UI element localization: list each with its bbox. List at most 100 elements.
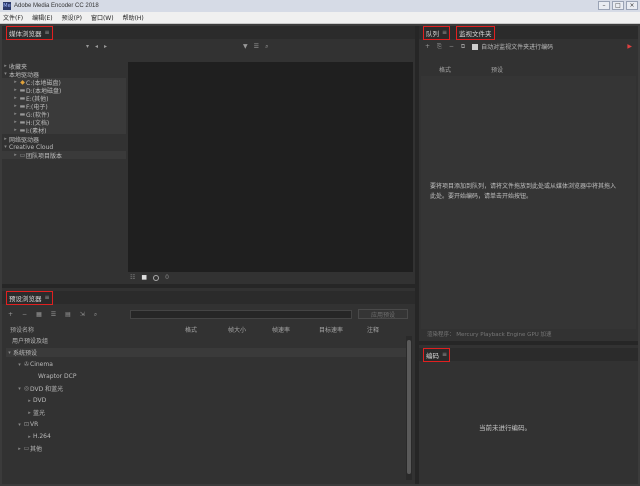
- tree-item-creative-cloud[interactable]: ▾ Creative Cloud: [2, 143, 126, 151]
- queue-list[interactable]: [421, 76, 636, 329]
- expand-chevron-icon[interactable]: ▸: [12, 79, 19, 85]
- menu-preset[interactable]: 预设(P): [62, 13, 82, 22]
- tree-item-drive-i[interactable]: ▸ ▬ I:(素材): [2, 126, 126, 135]
- expand-chevron-icon[interactable]: ▸: [12, 87, 19, 93]
- expand-chevron-icon[interactable]: ▸: [26, 398, 33, 404]
- expand-chevron-icon[interactable]: ▸: [16, 446, 23, 452]
- add-output-icon[interactable]: ⎘: [437, 43, 442, 51]
- add-source-icon[interactable]: +: [425, 43, 430, 50]
- tab-watch-folders[interactable]: 监视文件夹: [456, 25, 495, 40]
- preset-item-h264[interactable]: ▸ H.264: [6, 432, 51, 441]
- renderer-status[interactable]: 渲染程序： Mercury Playback Engine GPU 加速: [427, 330, 552, 338]
- preset-browser-tab-label: 预设浏览器: [9, 294, 42, 303]
- path-dropdown-icon[interactable]: ▾: [86, 43, 89, 50]
- preset-row-label: 蓝光: [33, 410, 46, 417]
- tab-queue[interactable]: 队列 ≡: [423, 25, 451, 40]
- preset-scrollbar-thumb[interactable]: [407, 340, 411, 474]
- menu-help[interactable]: 帮助(H): [123, 13, 144, 22]
- preset-category-cinema[interactable]: ▾ ✇ Cinema: [6, 360, 53, 369]
- preset-item-wraptor[interactable]: Wraptor DCP: [6, 372, 76, 381]
- panel-menu-icon[interactable]: ≡: [45, 29, 50, 36]
- tree-item-drive-f[interactable]: ▸ ▬ F:(电子): [2, 102, 126, 111]
- expand-chevron-icon[interactable]: ▸: [26, 434, 33, 440]
- import-icon[interactable]: ⇲: [80, 311, 85, 318]
- menu-edit[interactable]: 编辑(E): [32, 13, 52, 22]
- tab-preset-browser[interactable]: 预设浏览器 ≡: [6, 290, 53, 305]
- column-comment[interactable]: 注释: [367, 325, 379, 334]
- expand-chevron-icon[interactable]: ▸: [12, 152, 19, 158]
- back-arrow-icon[interactable]: ◂: [95, 43, 98, 50]
- collapse-chevron-icon[interactable]: ▾: [16, 362, 23, 368]
- preset-item-bluray[interactable]: ▸ 蓝光: [6, 408, 46, 418]
- forward-arrow-icon[interactable]: ▸: [104, 43, 107, 50]
- filter-icon[interactable]: ▼: [243, 43, 248, 50]
- tree-item-drive-d[interactable]: ▸ ▬ D:(本地磁盘): [2, 86, 126, 95]
- view-toggle-icon[interactable]: ☰: [254, 43, 259, 50]
- column-target-rate[interactable]: 目标速率: [319, 325, 343, 334]
- column-format[interactable]: 格式: [439, 65, 451, 74]
- expand-chevron-icon[interactable]: ▸: [12, 111, 19, 117]
- tree-item-drive-g[interactable]: ▸ ▬ G:(软件): [2, 110, 126, 119]
- preset-category-vr[interactable]: ▾ ⊡ VR: [6, 420, 38, 429]
- preset-category-dvd[interactable]: ▾ ◎ DVD 和蓝光: [6, 384, 63, 393]
- remove-icon[interactable]: −: [449, 43, 454, 50]
- minimize-button[interactable]: –: [598, 1, 610, 10]
- collapse-chevron-icon[interactable]: ▾: [2, 71, 9, 77]
- menu-window[interactable]: 窗口(W): [91, 13, 114, 22]
- collapse-chevron-icon[interactable]: ▾: [2, 144, 9, 150]
- add-preset-icon[interactable]: +: [8, 311, 13, 318]
- preset-category-other[interactable]: ▸ ▭ 其他: [6, 444, 42, 453]
- tree-item-network-drives[interactable]: ▸ 网络驱动器: [2, 135, 126, 144]
- expand-chevron-icon[interactable]: ▸: [12, 95, 19, 101]
- thumbnail-view-icon[interactable]: ■: [141, 274, 147, 281]
- drive-icon: ▬: [19, 102, 26, 110]
- duplicate-icon[interactable]: ⧉: [461, 43, 465, 51]
- column-format[interactable]: 格式: [185, 325, 197, 334]
- apply-preset-button[interactable]: 应用预设: [358, 309, 408, 319]
- zoom-level: 0: [165, 274, 169, 281]
- panel-menu-icon[interactable]: ≡: [45, 294, 50, 301]
- search-icon[interactable]: ⌕: [265, 43, 268, 51]
- column-frame-size[interactable]: 帧大小: [228, 325, 246, 334]
- tree-item-team-projects[interactable]: ▸ ▭ 团队项目版本: [2, 151, 126, 160]
- expand-chevron-icon[interactable]: ▸: [12, 127, 19, 133]
- collapse-chevron-icon[interactable]: ▾: [6, 350, 13, 356]
- search-icon[interactable]: ⌕: [94, 311, 97, 319]
- collapse-chevron-icon[interactable]: ▾: [16, 422, 23, 428]
- tab-encoding[interactable]: 编码 ≡: [423, 347, 451, 362]
- preset-group-user[interactable]: 用户预设及组: [6, 336, 48, 345]
- zoom-slider-handle[interactable]: [153, 274, 160, 281]
- tree-item-local-drives[interactable]: ▾ 本地驱动器: [2, 70, 126, 79]
- start-queue-icon[interactable]: ▶: [627, 43, 632, 50]
- new-group-icon[interactable]: ▦: [36, 311, 42, 318]
- column-preset-name[interactable]: 预设名称: [10, 325, 34, 334]
- folder-icon[interactable]: ▤: [65, 311, 71, 318]
- settings-icon[interactable]: ☰: [51, 311, 56, 318]
- preset-search-input[interactable]: [130, 310, 352, 319]
- tree-item-drive-e[interactable]: ▸ ▬ E:(其他): [2, 94, 126, 103]
- tab-media-browser[interactable]: 媒体浏览器 ≡: [6, 25, 53, 40]
- maximize-button[interactable]: □: [612, 1, 624, 10]
- expand-chevron-icon[interactable]: ▸: [12, 119, 19, 125]
- preset-row-label: DVD 和蓝光: [30, 386, 64, 393]
- panel-menu-icon[interactable]: ≡: [442, 29, 447, 36]
- expand-chevron-icon[interactable]: ▸: [2, 63, 9, 69]
- title-bar: Me Adobe Media Encoder CC 2018 – □ ×: [0, 0, 640, 12]
- close-button[interactable]: ×: [626, 1, 638, 10]
- remove-preset-icon[interactable]: −: [22, 311, 27, 318]
- queue-tab-label: 队列: [426, 29, 439, 38]
- tree-item-drive-c[interactable]: ▸ ◆ C:(本地磁盘): [2, 78, 126, 87]
- column-preset[interactable]: 预设: [491, 65, 503, 74]
- auto-start-checkbox[interactable]: [472, 43, 479, 50]
- tree-item-drive-h[interactable]: ▸ ▬ H:(文档): [2, 118, 126, 127]
- panel-menu-icon[interactable]: ≡: [442, 351, 447, 358]
- collapse-chevron-icon[interactable]: ▾: [16, 386, 23, 392]
- list-view-icon[interactable]: ☷: [130, 274, 135, 281]
- expand-chevron-icon[interactable]: ▸: [26, 410, 33, 416]
- column-frame-rate[interactable]: 帧速率: [272, 325, 290, 334]
- preset-item-dvd[interactable]: ▸ DVD: [6, 396, 46, 405]
- menu-file[interactable]: 文件(F): [3, 13, 23, 22]
- preset-group-system[interactable]: ▾ 系统预设: [6, 348, 406, 357]
- expand-chevron-icon[interactable]: ▸: [12, 103, 19, 109]
- expand-chevron-icon[interactable]: ▸: [2, 136, 9, 142]
